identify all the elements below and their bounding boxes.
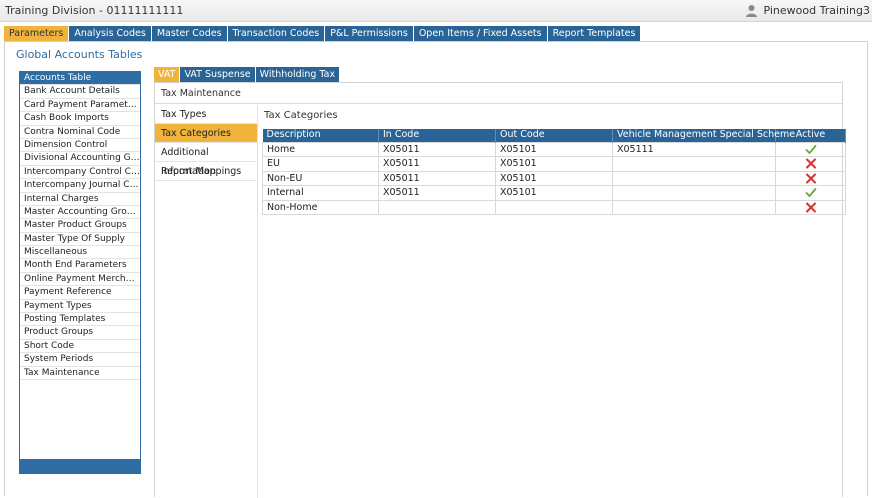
list-item[interactable]: Payment Types xyxy=(20,300,140,314)
window-title: Training Division - 01111111111 xyxy=(5,4,184,17)
main-tab-master-codes[interactable]: Master Codes xyxy=(151,26,227,41)
tab-withholding-tax[interactable]: Withholding Tax xyxy=(255,67,340,82)
user-icon xyxy=(746,5,758,17)
tax-maintenance-nav: Tax Types Tax Categories Additional Inform… xyxy=(155,105,258,498)
nav-item-tax-categories[interactable]: Tax Categories xyxy=(155,124,257,143)
main-tab-open-items-fixed-assets[interactable]: Open Items / Fixed Assets xyxy=(413,26,547,41)
column-header[interactable]: Vehicle Management Special Scheme xyxy=(612,129,795,142)
cell-in-code: X05011 xyxy=(378,170,496,186)
table-row[interactable]: Internal X05011 X05101 xyxy=(262,185,846,201)
cell-out-code xyxy=(495,199,613,215)
cross-icon xyxy=(805,173,816,184)
list-footer xyxy=(20,459,140,473)
cell-description: EU xyxy=(262,156,379,172)
list-item[interactable]: Cash Book Imports xyxy=(20,112,140,126)
list-item[interactable]: Intercompany Control Co... xyxy=(20,166,140,180)
main-tab-analysis-codes[interactable]: Analysis Codes xyxy=(69,26,151,41)
main-tab-bar: Parameters Analysis Codes Master Codes Tran… xyxy=(4,26,641,41)
cell-out-code: X05101 xyxy=(495,170,613,186)
table-row[interactable]: Non-Home xyxy=(262,199,846,215)
list-item[interactable]: Dimension Control xyxy=(20,139,140,153)
cell-vmss xyxy=(612,156,776,172)
tab-vat-suspense[interactable]: VAT Suspense xyxy=(180,67,255,82)
cell-active xyxy=(775,156,846,172)
list-item[interactable]: Divisional Accounting Gro... xyxy=(20,152,140,166)
cell-in-code: X05011 xyxy=(378,185,496,201)
cell-description: Internal xyxy=(262,185,379,201)
list-item[interactable]: Intercompany Journal Co... xyxy=(20,179,140,193)
user-name: Pinewood Training3 xyxy=(763,4,870,17)
tax-maintenance-title: Tax Maintenance xyxy=(155,83,842,104)
cell-in-code: X05011 xyxy=(378,156,496,172)
cell-active xyxy=(775,199,846,215)
list-item[interactable]: Accounts Table xyxy=(20,72,140,86)
list-item[interactable]: Tax Maintenance xyxy=(20,367,140,380)
list-item[interactable]: Month End Parameters xyxy=(20,259,140,273)
cross-icon xyxy=(805,158,816,169)
table-row[interactable]: Non-EU X05011 X05101 xyxy=(262,170,846,186)
list-item[interactable]: Payment Reference xyxy=(20,286,140,300)
cell-out-code: X05101 xyxy=(495,156,613,172)
title-bar: Training Division - 01111111111 Pinewood… xyxy=(0,0,872,22)
table-row[interactable]: Home X05011 X05101 X05111 xyxy=(262,141,846,157)
cell-description: Home xyxy=(262,141,379,157)
nav-item-report-mappings[interactable]: Report Mappings xyxy=(155,162,257,181)
cell-in-code: X05011 xyxy=(378,141,496,157)
main-tab-parameters[interactable]: Parameters xyxy=(4,26,69,41)
list-item[interactable]: Product Groups xyxy=(20,326,140,340)
list-item[interactable]: Miscellaneous xyxy=(20,246,140,260)
list-item[interactable]: Short Code xyxy=(20,340,140,354)
list-item[interactable]: Card Payment Parameters xyxy=(20,99,140,113)
cell-in-code xyxy=(378,199,496,215)
nav-item-additional-information[interactable]: Additional Information xyxy=(155,143,257,177)
list-item[interactable]: System Periods xyxy=(20,353,140,367)
section-title: Global Accounts Tables xyxy=(16,48,143,61)
column-header[interactable]: Description xyxy=(262,129,379,142)
nav-item-tax-types[interactable]: Tax Types xyxy=(155,105,257,124)
cross-icon xyxy=(805,202,816,213)
cell-vmss xyxy=(612,170,776,186)
accounts-table-list: Accounts Table Bank Account Details Card P… xyxy=(19,71,141,474)
list-item[interactable]: Bank Account Details xyxy=(20,85,140,99)
vat-tab-bar: VAT VAT Suspense Withholding Tax xyxy=(154,67,340,82)
main-tab-report-templates[interactable]: Report Templates xyxy=(547,26,641,41)
main-panel: Global Accounts Tables Accounts Table Ban… xyxy=(4,41,868,498)
tax-categories-label: Tax Categories xyxy=(264,110,338,121)
list-item[interactable]: Internal Charges xyxy=(20,193,140,206)
list-item[interactable]: Contra Nominal Code xyxy=(20,126,140,139)
cell-vmss xyxy=(612,199,776,215)
main-tab-transaction-codes[interactable]: Transaction Codes xyxy=(227,26,325,41)
main-tab-p-l-permissions[interactable]: P&L Permissions xyxy=(325,26,413,41)
cell-out-code: X05101 xyxy=(495,141,613,157)
cell-active xyxy=(775,141,846,157)
cell-description: Non-EU xyxy=(262,170,379,186)
vat-panel: Tax Maintenance Tax Types Tax Categories A… xyxy=(154,82,846,498)
list-item[interactable]: Master Accounting Groups xyxy=(20,206,140,220)
tax-categories-table: Description In Code Out Code Vehicle Manage… xyxy=(262,129,846,215)
check-icon xyxy=(805,144,816,155)
list-item[interactable]: Posting Templates xyxy=(20,313,140,327)
cell-out-code: X05101 xyxy=(495,185,613,201)
check-icon xyxy=(805,188,816,198)
cell-vmss: X05111 xyxy=(612,141,776,157)
list-item[interactable]: Online Payment Merchants xyxy=(20,273,140,287)
cell-description: Non-Home xyxy=(262,199,379,215)
tab-vat[interactable]: VAT xyxy=(154,67,180,82)
table-row[interactable]: EU X05011 X05101 xyxy=(262,156,846,172)
user-menu[interactable]: Pinewood Training3 xyxy=(745,4,870,17)
list-item[interactable]: Master Product Groups xyxy=(20,219,140,233)
cell-active xyxy=(775,185,846,201)
column-header[interactable]: Out Code xyxy=(495,129,613,142)
cell-active xyxy=(775,170,846,186)
list-item[interactable]: Master Type Of Supply xyxy=(20,233,140,247)
cell-vmss xyxy=(612,185,776,201)
column-header[interactable]: In Code xyxy=(378,129,496,142)
